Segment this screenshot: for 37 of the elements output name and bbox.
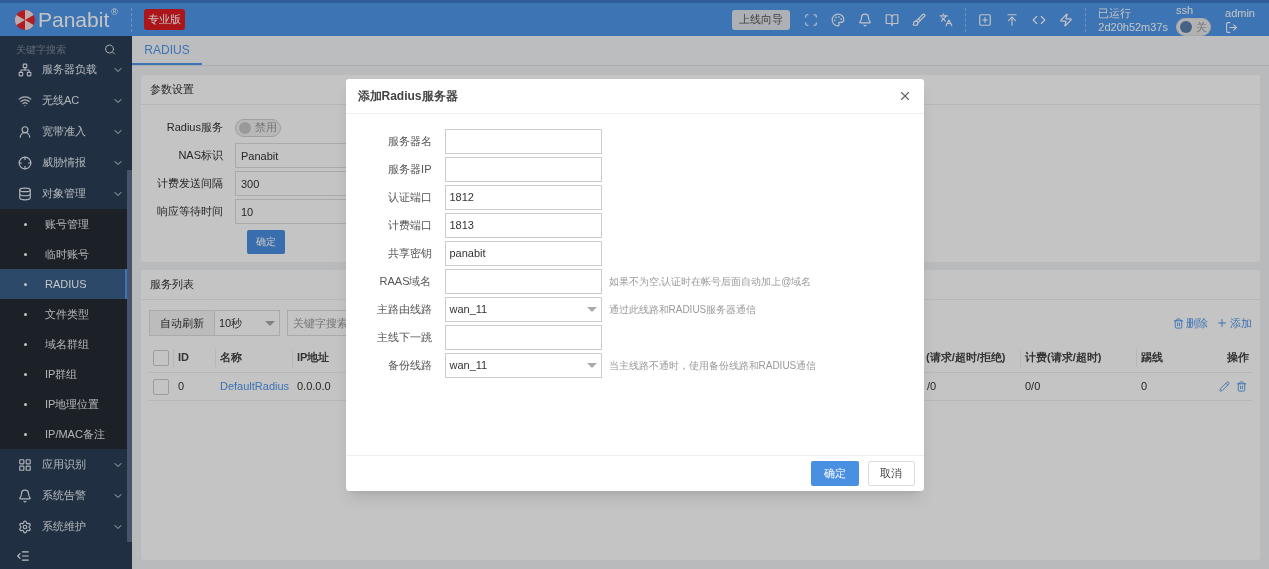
field-label: Radius服务 [165, 120, 224, 136]
ssh-label: ssh [1176, 3, 1194, 17]
field-label: NAS标识 [177, 148, 224, 164]
dialog-title: 添加Radius服务器 [357, 87, 459, 105]
uptime-value: 2d20h52m37s [1098, 19, 1169, 34]
column-header: 踢线 [1141, 350, 1163, 366]
field-label: RAAS域名 [378, 273, 432, 289]
field-label: 响应等待时间 [156, 204, 224, 220]
table-cell: 0 [178, 380, 185, 393]
edition-badge: 专业版 [144, 9, 185, 30]
column-header: IP地址 [297, 350, 330, 366]
uptime-label: 已运行 [1098, 5, 1133, 20]
field-label: 备份线路 [386, 357, 432, 373]
logo-text: Panabit [38, 9, 110, 30]
field-hint: 通过此线路和RADIUS服务器通信 [608, 302, 757, 317]
field-label: 服务器名 [386, 133, 432, 149]
column-header: 计费(请求/超时) [1025, 350, 1102, 366]
user-name: admin [1225, 5, 1255, 20]
column-header: ID [178, 350, 189, 366]
toggle-label: 禁用 [255, 122, 277, 133]
field-label: 主路由线路 [375, 301, 432, 317]
field-label: 主线下一跳 [375, 329, 432, 345]
column-header: (请求/超时/拒绝) [926, 350, 1006, 366]
field-label: 服务器IP [387, 161, 432, 177]
field-label: 认证端口 [386, 189, 432, 205]
column-header: 操作 [1227, 350, 1249, 366]
field-label: 共享密钥 [386, 245, 432, 261]
field-label: 计费发送间隔 [156, 176, 224, 192]
field-label: 计费端口 [386, 217, 432, 233]
field-hint: 如果不为空,认证时在帐号后面自动加上@域名 [608, 274, 812, 289]
column-header: 名称 [220, 350, 242, 366]
table-cell: 0 [1141, 380, 1148, 393]
table-cell: /0 [927, 380, 937, 393]
table-cell: 0.0.0.0 [297, 380, 331, 393]
registered-mark: ® [111, 5, 118, 19]
table-cell: 0/0 [1025, 380, 1041, 393]
field-hint: 当主线路不通时，使用备份线路和RADIUS通信 [608, 358, 817, 373]
